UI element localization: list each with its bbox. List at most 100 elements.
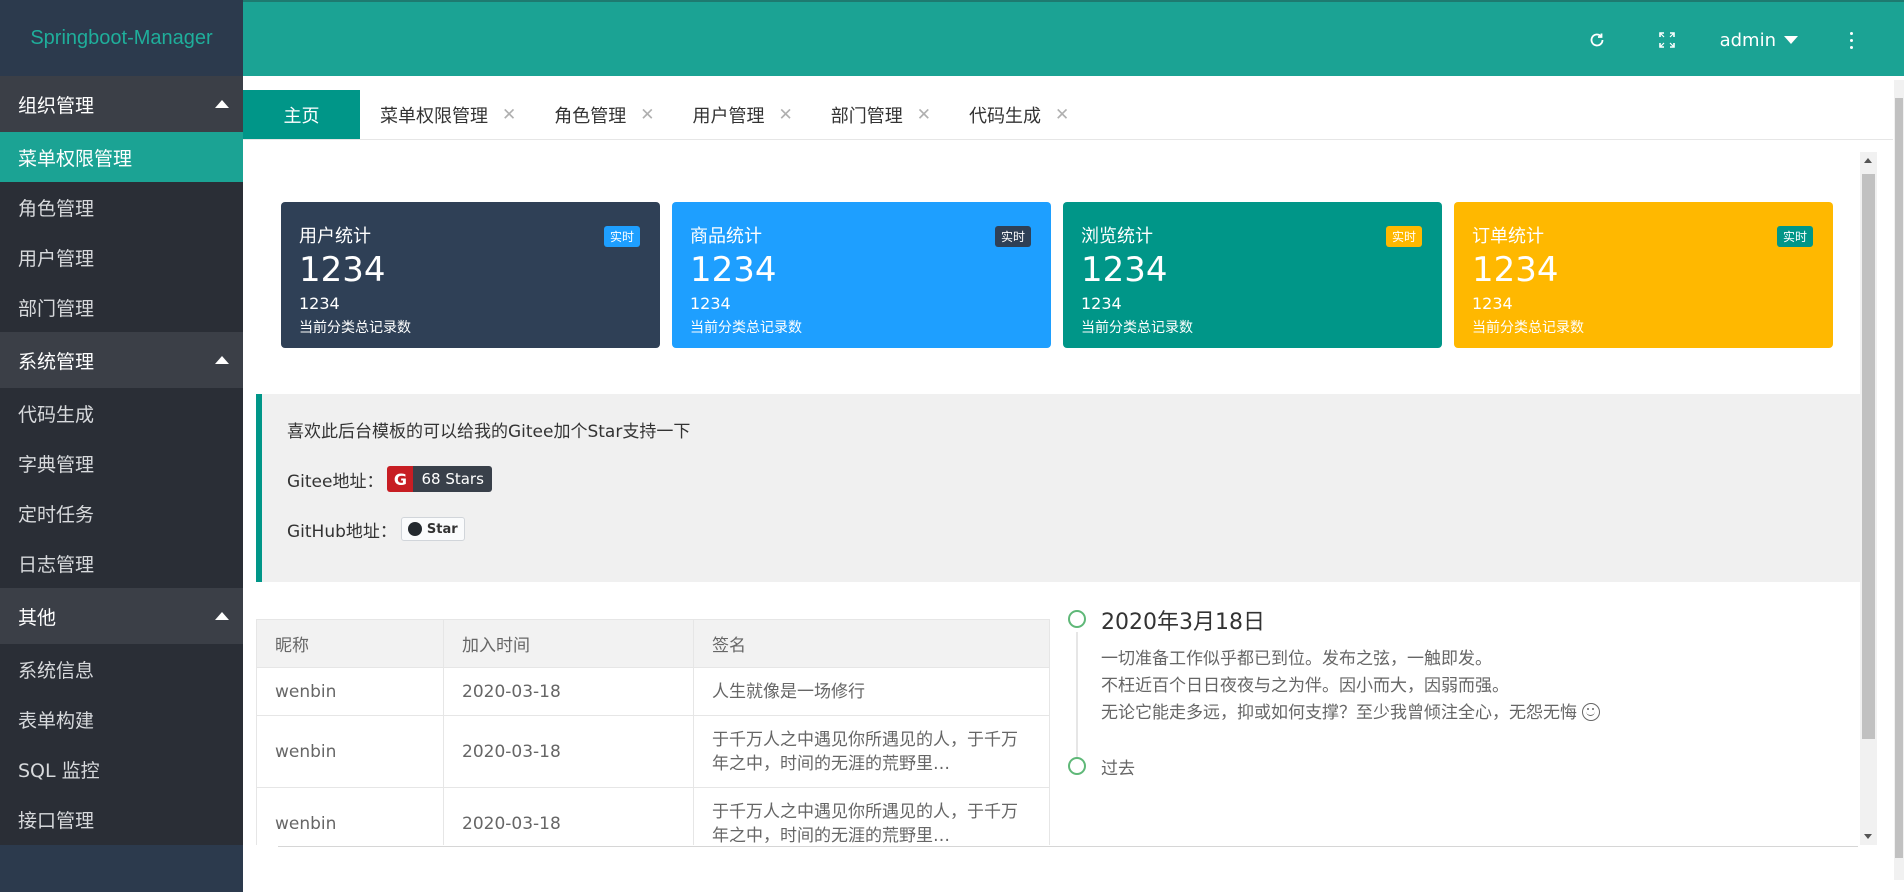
card-sub: 1234	[1472, 294, 1513, 313]
star-info-box: 喜欢此后台模板的可以给我的Gitee加个Star支持一下 Gitee地址： G …	[256, 394, 1860, 582]
col-nickname: 昵称	[256, 619, 444, 668]
timeline-line: 一切准备工作似乎都已到位。发布之弦，一触即发。	[1101, 649, 1492, 669]
refresh-icon[interactable]	[1580, 23, 1614, 57]
card-desc: 当前分类总记录数	[1081, 320, 1193, 336]
table-header-row: 昵称 加入时间 签名	[256, 619, 1050, 668]
nav-group-system[interactable]: 系统管理	[0, 332, 243, 388]
timeline-past: 过去	[1101, 759, 1135, 779]
cell-nickname: wenbin	[256, 787, 444, 845]
cell-join-time: 2020-03-18	[443, 787, 694, 845]
cell-nickname: wenbin	[256, 667, 444, 716]
card-sub: 1234	[299, 294, 340, 313]
sidebar-item-dept[interactable]: 部门管理	[0, 282, 243, 332]
tab-label: 角色管理	[554, 105, 627, 127]
nav-group-org[interactable]: 组织管理	[0, 76, 243, 132]
timeline-dot	[1068, 757, 1086, 775]
stat-card-views: 浏览统计 实时 1234 1234 当前分类总记录数	[1063, 202, 1442, 348]
card-title: 用户统计	[299, 226, 371, 247]
github-row: GitHub地址： Star	[287, 514, 1835, 544]
caret-up-icon	[215, 100, 229, 108]
tab-menu-permission[interactable]: 菜单权限管理 ✕	[360, 90, 534, 139]
cell-join-time: 2020-03-18	[443, 667, 694, 716]
sidebar-item-menu-permission[interactable]: 菜单权限管理	[0, 132, 243, 182]
sidebar-item-form-builder[interactable]: 表单构建	[0, 694, 243, 744]
card-sub: 1234	[690, 294, 731, 313]
sidebar-item-dict[interactable]: 字典管理	[0, 438, 243, 488]
nav-group-label: 组织管理	[18, 94, 95, 117]
table-row: wenbin 2020-03-18 人生就像是一场修行	[256, 667, 1050, 716]
content-divider	[278, 846, 1858, 847]
username: admin	[1719, 29, 1776, 51]
user-menu[interactable]: admin	[1720, 30, 1798, 51]
card-desc: 当前分类总记录数	[299, 320, 411, 336]
caret-up-icon	[215, 356, 229, 364]
timeline-line: 不枉近百个日日夜夜与之为伴。因小而大，因弱而强。	[1101, 676, 1509, 696]
sidebar-item-sql-monitor[interactable]: SQL 监控	[0, 744, 243, 794]
cell-join-time: 2020-03-18	[443, 715, 694, 788]
sidebar-item-sysinfo[interactable]: 系统信息	[0, 644, 243, 694]
github-star-button[interactable]: Star	[400, 517, 465, 541]
more-vertical-icon[interactable]	[1834, 23, 1868, 57]
col-signature: 签名	[693, 619, 1050, 668]
scroll-down-icon[interactable]	[1864, 834, 1872, 839]
sidebar-item-role[interactable]: 角色管理	[0, 182, 243, 232]
tab-user[interactable]: 用户管理 ✕	[673, 90, 811, 139]
close-icon[interactable]: ✕	[917, 105, 931, 125]
timeline-date: 2020年3月18日	[1101, 610, 1265, 635]
close-icon[interactable]: ✕	[640, 105, 654, 125]
tab-home[interactable]: 主页	[243, 90, 360, 139]
card-value: 1234	[299, 250, 386, 290]
content-scrollbar[interactable]	[1860, 152, 1877, 845]
tab-dept[interactable]: 部门管理 ✕	[811, 90, 949, 139]
timeline-line: 无论它能走多远，抑或如何支撑？至少我曾倾注全心，无怨无悔	[1101, 703, 1577, 723]
page-scrollbar[interactable]	[1894, 80, 1904, 880]
timeline-axis	[1076, 632, 1078, 767]
realtime-badge: 实时	[1385, 226, 1422, 247]
sidebar-item-log[interactable]: 日志管理	[0, 538, 243, 588]
card-value: 1234	[1472, 250, 1559, 290]
app-logo[interactable]: Springboot-Manager	[0, 0, 243, 76]
sidebar-item-job[interactable]: 定时任务	[0, 488, 243, 538]
sidebar-item-user[interactable]: 用户管理	[0, 232, 243, 282]
tab-codegen[interactable]: 代码生成 ✕	[949, 90, 1087, 139]
tab-label: 代码生成	[969, 105, 1041, 127]
github-label: GitHub地址：	[287, 521, 397, 542]
gitee-label: Gitee地址：	[287, 471, 384, 492]
card-desc: 当前分类总记录数	[690, 320, 802, 336]
tab-label: 菜单权限管理	[380, 105, 488, 127]
cell-signature: 人生就像是一场修行	[693, 667, 1050, 716]
close-icon[interactable]: ✕	[1055, 105, 1069, 125]
fullscreen-icon[interactable]	[1650, 23, 1684, 57]
nav-group-label: 其他	[18, 606, 57, 629]
close-icon[interactable]: ✕	[502, 105, 516, 125]
col-join-time: 加入时间	[443, 619, 694, 668]
table-row: wenbin 2020-03-18 于千万人之中遇见你所遇见的人，于千万年之中，…	[256, 787, 1050, 845]
info-intro: 喜欢此后台模板的可以给我的Gitee加个Star支持一下	[287, 421, 691, 442]
cell-signature: 于千万人之中遇见你所遇见的人，于千万年之中，时间的无涯的荒野里…	[693, 787, 1050, 845]
card-desc: 当前分类总记录数	[1472, 320, 1584, 336]
tab-role[interactable]: 角色管理 ✕	[534, 90, 672, 139]
nav-group-other[interactable]: 其他	[0, 588, 243, 644]
scrollbar-thumb[interactable]	[1895, 98, 1903, 858]
stat-card-orders: 订单统计 实时 1234 1234 当前分类总记录数	[1454, 202, 1833, 348]
header-actions: admin	[1580, 2, 1868, 78]
user-table-wrap: 昵称 加入时间 签名 wenbin 2020-03-18 人生就像是一场修行 w…	[256, 619, 1051, 845]
sidebar-item-api[interactable]: 接口管理	[0, 794, 243, 844]
cell-signature: 于千万人之中遇见你所遇见的人，于千万年之中，时间的无涯的荒野里…	[693, 715, 1050, 788]
stat-card-goods: 商品统计 实时 1234 1234 当前分类总记录数	[672, 202, 1051, 348]
tab-label: 用户管理	[692, 105, 765, 127]
gitee-star-badge[interactable]: G 68 Stars	[387, 466, 492, 492]
timeline-content: 一切准备工作似乎都已到位。发布之弦，一触即发。 不枉近百个日日夜夜与之为伴。因小…	[1101, 646, 1601, 727]
stat-cards: 用户统计 实时 1234 1234 当前分类总记录数 商品统计 实时 1234 …	[281, 202, 1833, 348]
scrollbar-thumb[interactable]	[1862, 174, 1875, 739]
card-value: 1234	[690, 250, 777, 290]
sidebar-item-codegen[interactable]: 代码生成	[0, 388, 243, 438]
gitee-star-count: 68 Stars	[413, 466, 492, 492]
caret-down-icon	[1784, 36, 1798, 44]
realtime-badge: 实时	[994, 226, 1031, 247]
scroll-up-icon[interactable]	[1864, 158, 1872, 163]
close-icon[interactable]: ✕	[779, 105, 793, 125]
card-value: 1234	[1081, 250, 1168, 290]
github-icon	[407, 522, 422, 536]
nav-group-label: 系统管理	[18, 350, 95, 373]
